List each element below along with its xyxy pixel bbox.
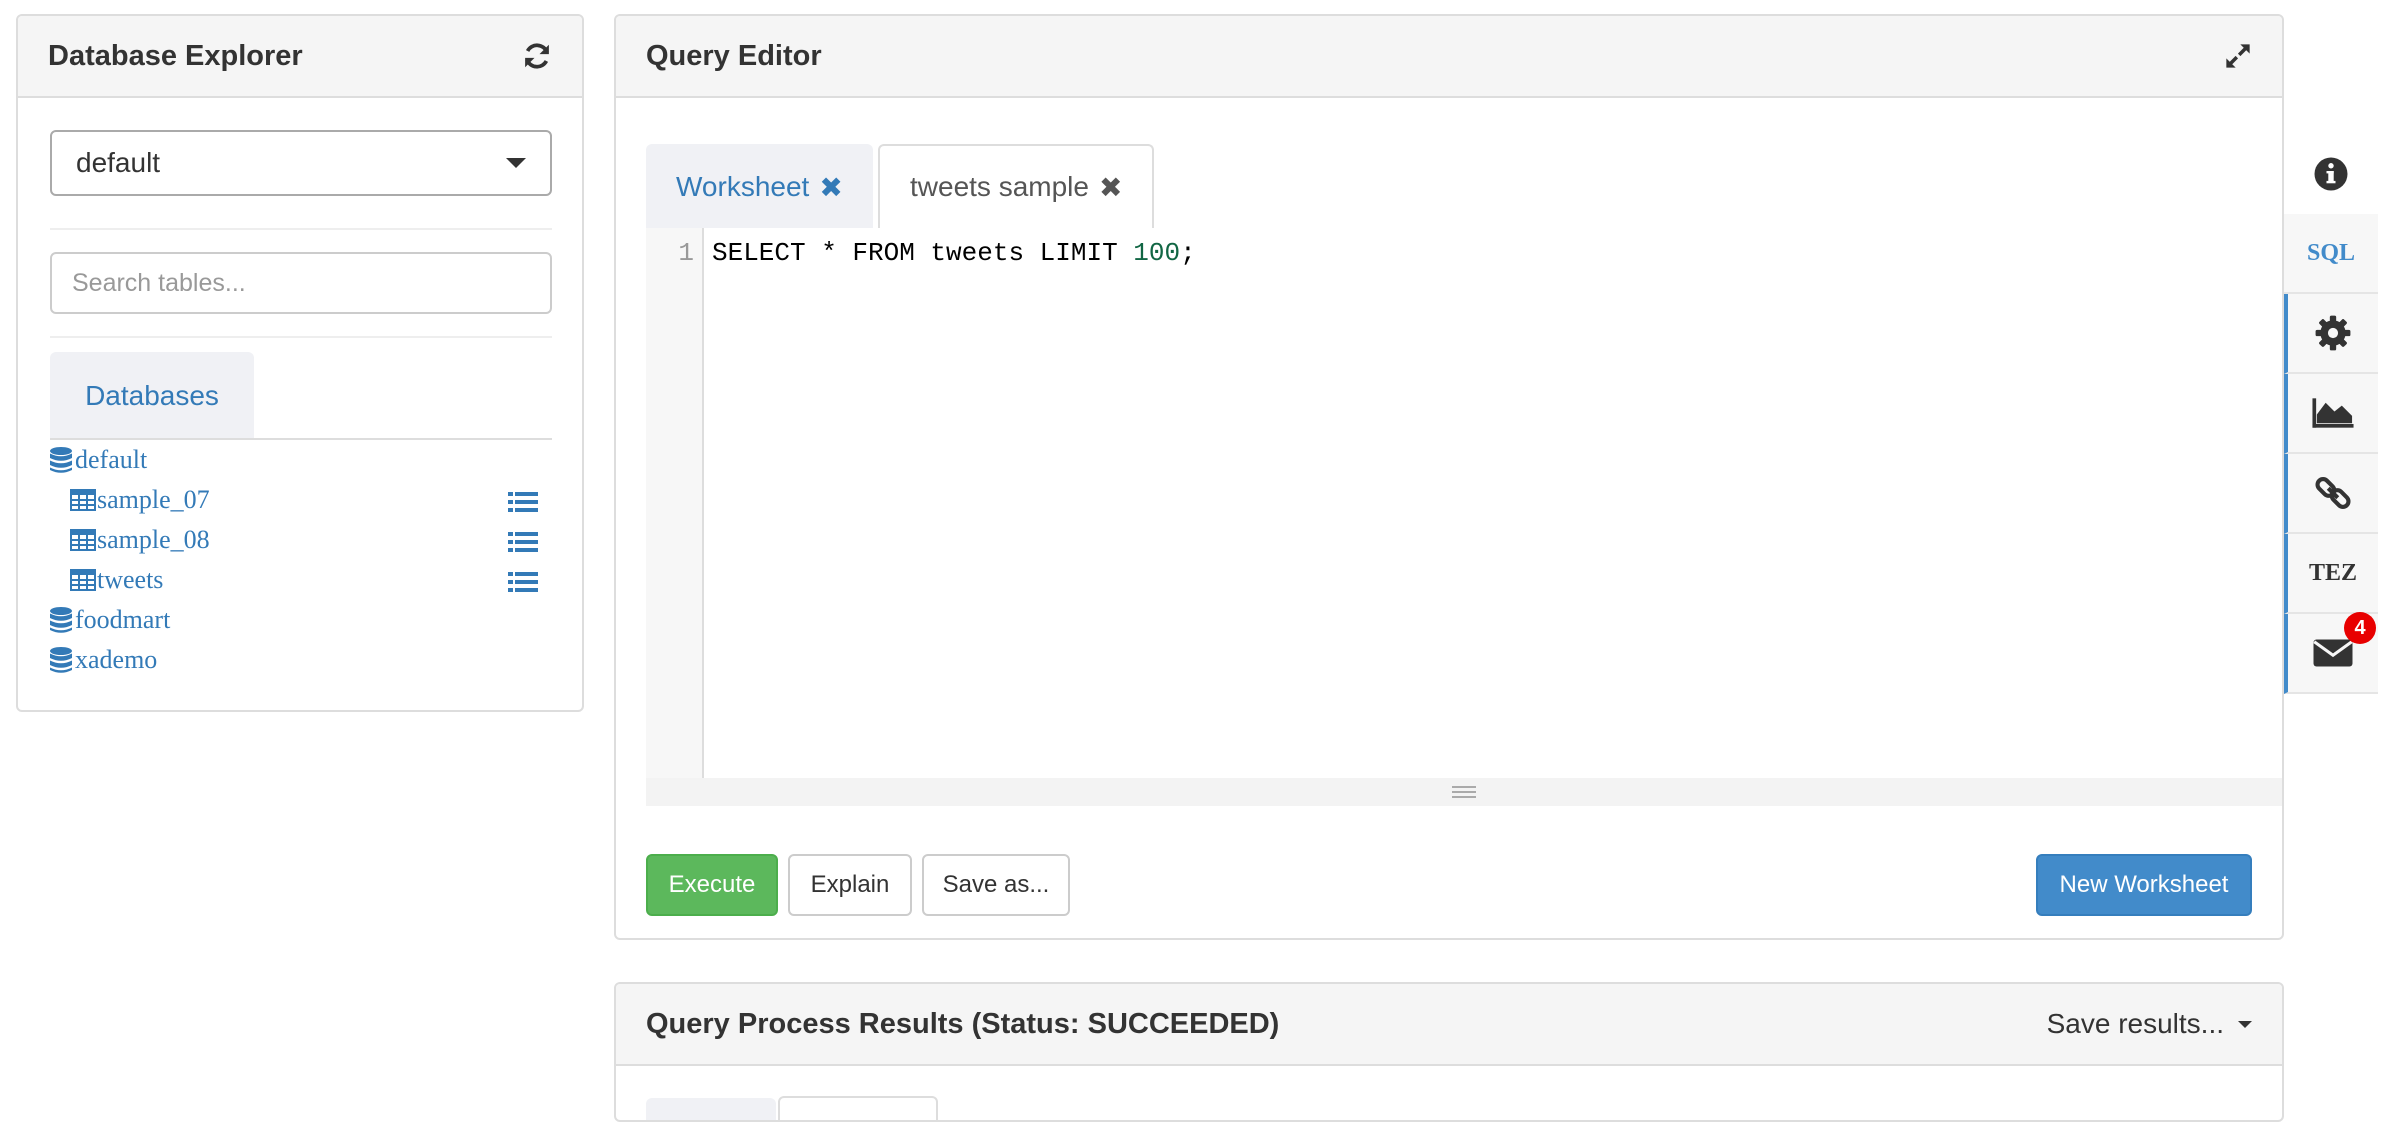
line-number-gutter: 1	[646, 228, 704, 778]
settings-button[interactable]	[2284, 294, 2378, 374]
database-tree: default sample_07 sample_08 tweets foodm…	[48, 440, 558, 680]
expand-icon[interactable]	[2224, 42, 2252, 70]
link-icon	[2315, 477, 2351, 509]
query-results-header: Query Process Results (Status: SUCCEEDED…	[616, 984, 2282, 1066]
link-button[interactable]	[2284, 454, 2378, 534]
gear-icon	[2315, 315, 2351, 351]
close-icon[interactable]: ✖	[1099, 171, 1122, 204]
code-text: SELECT * FROM tweets LIMIT	[712, 238, 1134, 268]
list-icon[interactable]	[508, 570, 538, 594]
database-explorer-header: Database Explorer	[18, 16, 582, 98]
sql-button[interactable]: SQL	[2284, 214, 2378, 294]
explain-button[interactable]: Explain	[788, 854, 912, 916]
list-icon[interactable]	[508, 530, 538, 554]
database-item-default[interactable]: default	[48, 440, 558, 480]
tab-databases-label: Databases	[85, 380, 219, 411]
tez-label: TEZ	[2308, 559, 2358, 586]
table-item-sample-07[interactable]: sample_07	[48, 480, 558, 520]
side-toolbar: SQL TEZ 4	[2284, 134, 2378, 694]
table-item-tweets[interactable]: tweets	[48, 560, 558, 600]
code-number: 100	[1133, 238, 1181, 268]
tez-button[interactable]: TEZ	[2284, 534, 2378, 614]
tab-databases[interactable]: Databases	[50, 352, 254, 440]
search-tables-input[interactable]	[50, 252, 552, 314]
table-label: tweets	[97, 565, 164, 594]
tab-worksheet[interactable]: Worksheet ✖	[646, 144, 873, 230]
envelope-icon	[2313, 639, 2353, 667]
table-label: sample_08	[97, 525, 210, 554]
database-item-xademo[interactable]: xademo	[48, 640, 558, 680]
database-select-value: default	[76, 147, 161, 178]
execute-button[interactable]: Execute	[646, 854, 778, 916]
table-icon	[70, 529, 96, 551]
close-icon[interactable]: ✖	[819, 171, 842, 204]
tab-tweets-sample[interactable]: tweets sample ✖	[878, 144, 1155, 230]
database-item-foodmart[interactable]: foodmart	[48, 600, 558, 640]
drag-handle-icon	[1452, 786, 1476, 798]
query-results-title: Query Process Results (Status: SUCCEEDED…	[646, 1007, 1280, 1040]
info-icon	[2314, 157, 2348, 191]
table-label: sample_07	[97, 485, 210, 514]
chevron-down-icon	[506, 158, 526, 168]
divider	[50, 336, 552, 338]
results-tab[interactable]	[778, 1096, 938, 1120]
code-text: ;	[1180, 238, 1196, 268]
visualization-button[interactable]	[2284, 374, 2378, 454]
query-editor-title: Query Editor	[646, 39, 822, 72]
worksheet-tabs: Worksheet ✖ tweets sample ✖	[646, 128, 2282, 230]
new-worksheet-button[interactable]: New Worksheet	[2036, 854, 2252, 916]
database-label: xademo	[75, 645, 158, 674]
sql-editor[interactable]: 1 SELECT * FROM tweets LIMIT 100;	[646, 228, 2282, 806]
database-select[interactable]: default	[50, 130, 552, 196]
notifications-button[interactable]: 4	[2284, 612, 2378, 694]
database-label: default	[75, 445, 148, 474]
database-label: foodmart	[75, 605, 171, 634]
info-button[interactable]	[2284, 134, 2378, 214]
code-line[interactable]: SELECT * FROM tweets LIMIT 100;	[712, 238, 1196, 268]
chevron-down-icon	[2238, 1020, 2252, 1028]
tab-label: Worksheet	[676, 171, 810, 202]
query-editor-header: Query Editor	[616, 16, 2282, 98]
table-icon	[70, 489, 96, 511]
line-number: 1	[678, 238, 694, 268]
area-chart-icon	[2312, 398, 2354, 428]
database-explorer-title: Database Explorer	[48, 39, 303, 72]
query-editor-panel: Query Editor Worksheet ✖ tweets sample ✖…	[614, 14, 2284, 940]
refresh-icon[interactable]	[522, 41, 552, 71]
query-results-panel: Query Process Results (Status: SUCCEEDED…	[614, 982, 2284, 1122]
save-results-dropdown[interactable]: Save results...	[2047, 1008, 2252, 1040]
tab-label: tweets sample	[910, 171, 1089, 202]
notification-badge: 4	[2344, 612, 2376, 644]
save-as-button[interactable]: Save as...	[922, 854, 1070, 916]
table-item-sample-08[interactable]: sample_08	[48, 520, 558, 560]
sql-label: SQL	[2306, 239, 2356, 266]
database-icon	[48, 606, 74, 634]
database-icon	[48, 446, 74, 474]
database-icon	[48, 646, 74, 674]
database-explorer-panel: Database Explorer default Databases	[16, 14, 584, 712]
table-icon	[70, 569, 96, 591]
editor-resize-handle[interactable]	[646, 778, 2282, 806]
divider	[50, 228, 552, 230]
save-results-label: Save results...	[2046, 1008, 2224, 1039]
list-icon[interactable]	[508, 490, 538, 514]
